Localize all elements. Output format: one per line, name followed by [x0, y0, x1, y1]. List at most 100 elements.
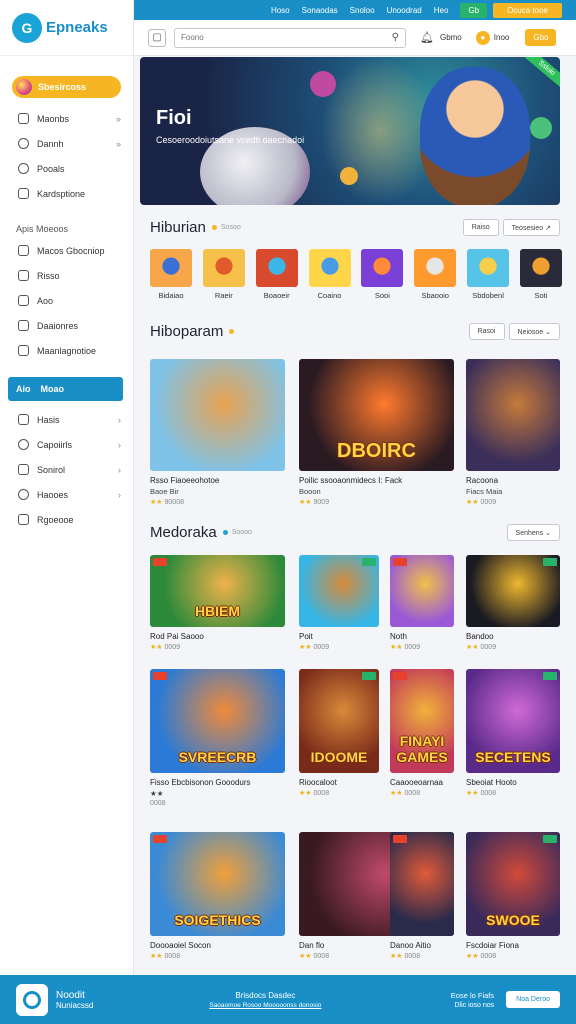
game-thumbnail: [202, 249, 245, 287]
game-card[interactable]: Racoona Fiacs Maia ★★ 0009: [466, 359, 560, 506]
game-card[interactable]: Bandoo ★★ 0009: [466, 555, 560, 651]
game-icon-tile[interactable]: Bidaiao: [150, 249, 192, 300]
rating-count: 0009: [164, 644, 181, 651]
sidebar-item[interactable]: Maonbs »: [0, 106, 133, 131]
game-icon-tile[interactable]: Sbdobenl: [467, 249, 510, 300]
sidebar-item[interactable]: Risso: [0, 263, 133, 288]
section-subtitle: Soooo: [231, 529, 252, 536]
nav-green-button[interactable]: Gb: [460, 2, 488, 18]
hero-gem: [340, 167, 358, 185]
rating-count: 0009: [480, 644, 497, 651]
sidebar-item[interactable]: Kardsptione: [0, 181, 133, 206]
game-title: Danoo Aitio: [390, 941, 431, 950]
game-card[interactable]: Rsso Fiaoeeohotoe Baoe Bir ★★ 90008: [150, 359, 285, 506]
game-icon-tile[interactable]: Soti: [519, 249, 562, 300]
bell-icon[interactable]: 🔔︎: [420, 31, 434, 44]
game-cover-image: IDOOME: [299, 669, 379, 773]
game-title: Poit: [299, 632, 313, 641]
user-label[interactable]: Gbmo: [440, 33, 462, 42]
rating-count: 90008: [164, 499, 184, 506]
section-button[interactable]: Raiso: [462, 219, 499, 236]
game-card[interactable]: Noth ★★ 0009: [390, 555, 454, 651]
card-icon: [18, 464, 29, 475]
game-card[interactable]: SWOOE Fscdoiar Fiona ★★ 0008: [466, 832, 560, 960]
game-title: Rsso Fiaoeeohotoe: [150, 476, 220, 485]
search-input[interactable]: [181, 33, 392, 42]
section-button[interactable]: Teosesieo ↗: [502, 219, 560, 236]
sidebar-item[interactable]: Dannh »: [0, 131, 133, 156]
game-card[interactable]: SECETENS Sbeoiat Hooto ★★ 0008: [466, 669, 560, 797]
game-cover-image: [390, 555, 454, 627]
game-thumbnail: [150, 249, 192, 287]
game-icon-tile[interactable]: Boaoeir: [255, 249, 298, 300]
corner-badge: [362, 672, 376, 680]
filter-dropdown[interactable]: Senhens ⌄: [506, 524, 560, 541]
sidebar-item[interactable]: Rgoeooe: [0, 507, 133, 532]
game-card[interactable]: Danoo Aitio ★★ 0008: [390, 832, 454, 960]
game-card[interactable]: DBOIRC Poilic ssooaonmidecs I: Fack Booon ★…: [299, 359, 454, 506]
sidebar-item[interactable]: Daaionres: [0, 313, 133, 338]
game-card[interactable]: HBIEM Rod Pai Saooo ★★ 0009: [150, 555, 285, 651]
game-cover-image: [466, 359, 560, 471]
footer-button[interactable]: Noa Deroo: [506, 991, 560, 1008]
nav-link[interactable]: Unoodrad: [387, 6, 422, 15]
game-card[interactable]: FINAYI GAMES Caaooeoarnaa ★★ 0008: [390, 669, 454, 797]
colorful-ball-icon: [16, 79, 32, 95]
game-thumbnail: [414, 249, 457, 287]
sidebar-item[interactable]: Sonirol ›: [0, 457, 133, 482]
chevron-right-icon: ›: [118, 464, 121, 475]
section-button[interactable]: Rasoi: [468, 323, 505, 340]
sidebar-item[interactable]: Macos Gbocniop: [0, 238, 133, 263]
game-icon-tile[interactable]: Coaino: [308, 249, 351, 300]
corner-badge: [362, 558, 376, 566]
go-button[interactable]: Gbo: [525, 29, 557, 46]
sidebar-item[interactable]: Capoiirls ›: [0, 432, 133, 457]
game-icon-tile[interactable]: Raeir: [202, 249, 245, 300]
sidebar-item[interactable]: Hasis ›: [0, 407, 133, 432]
nav-link[interactable]: Heo: [434, 6, 449, 15]
game-title: Bandoo: [466, 632, 494, 641]
cover-title-art: SWOOE: [486, 912, 540, 928]
game-card[interactable]: SOIGETHICS Doooaoiel Socon ★★ 0008: [150, 832, 285, 960]
chat-icon: [18, 439, 29, 450]
sidebar: G Epneaks Sbesircoss Maonbs » Dannh » Pooals…: [0, 0, 134, 975]
nav-link[interactable]: Sonaodas: [302, 6, 338, 15]
section-dot: [229, 329, 235, 334]
nav-link[interactable]: Snoloo: [350, 6, 375, 15]
game-icon-tile[interactable]: Sooi: [361, 249, 404, 300]
rating-stars: ★★: [150, 644, 163, 651]
logo[interactable]: G Epneaks: [0, 0, 133, 56]
rating-count: 9009: [313, 499, 330, 506]
rating: ★★ 90008: [150, 498, 285, 506]
sidebar-item-label: Daaionres: [37, 320, 79, 331]
sidebar-item-active[interactable]: Aio Moao: [8, 377, 123, 401]
sidebar-highlight-item[interactable]: Sbesircoss: [12, 76, 121, 98]
game-card[interactable]: SVREECRB Fisso Ebcbisonon Gooodurs ★★ 0008: [150, 669, 285, 807]
cover-title-art: DBOIRC: [337, 440, 416, 462]
chevron-right-icon: ›: [118, 489, 121, 500]
sidebar-item-label: Maanlagnotioe: [37, 345, 97, 356]
game-subtitle: ★★: [150, 789, 164, 798]
game-card[interactable]: IDOOME Rioocaloot ★★ 0008: [299, 669, 379, 797]
section-title: Medoraka: [150, 524, 217, 541]
nav-yellow-button[interactable]: Ocuca tooe: [493, 2, 562, 18]
footer-logo-icon[interactable]: [16, 983, 48, 1016]
game-thumbnail: [467, 249, 510, 287]
hero-badge: Sslolo: [521, 57, 560, 91]
sidebar-item[interactable]: Pooals: [0, 156, 133, 181]
sidebar-item[interactable]: Aoo: [0, 288, 133, 313]
footer-mid-link[interactable]: Saoaomoe Rosoo Mooooonss donosio: [209, 1002, 321, 1009]
hero-banner[interactable]: Fioi Cesoeroodoiutsane vcedti oaecnadoi …: [140, 57, 560, 205]
nav-link[interactable]: Hoso: [271, 6, 290, 15]
menu-button[interactable]: ▢: [148, 28, 166, 47]
sidebar-item[interactable]: Haooes ›: [0, 482, 133, 507]
search-icon[interactable]: ⚲: [392, 32, 399, 43]
game-card[interactable]: Poit ★★ 0009: [299, 555, 379, 651]
chevron-right-icon: ›: [118, 439, 121, 450]
sort-dropdown[interactable]: Neiosoe ⌄: [508, 323, 560, 340]
rating-stars: ★★: [390, 644, 403, 651]
sidebar-item[interactable]: Maanlagnotioe: [0, 338, 133, 363]
grid-icon: [18, 245, 29, 256]
rating: ★★ 0009: [390, 643, 454, 651]
game-icon-tile[interactable]: Sbaooio: [414, 249, 457, 300]
